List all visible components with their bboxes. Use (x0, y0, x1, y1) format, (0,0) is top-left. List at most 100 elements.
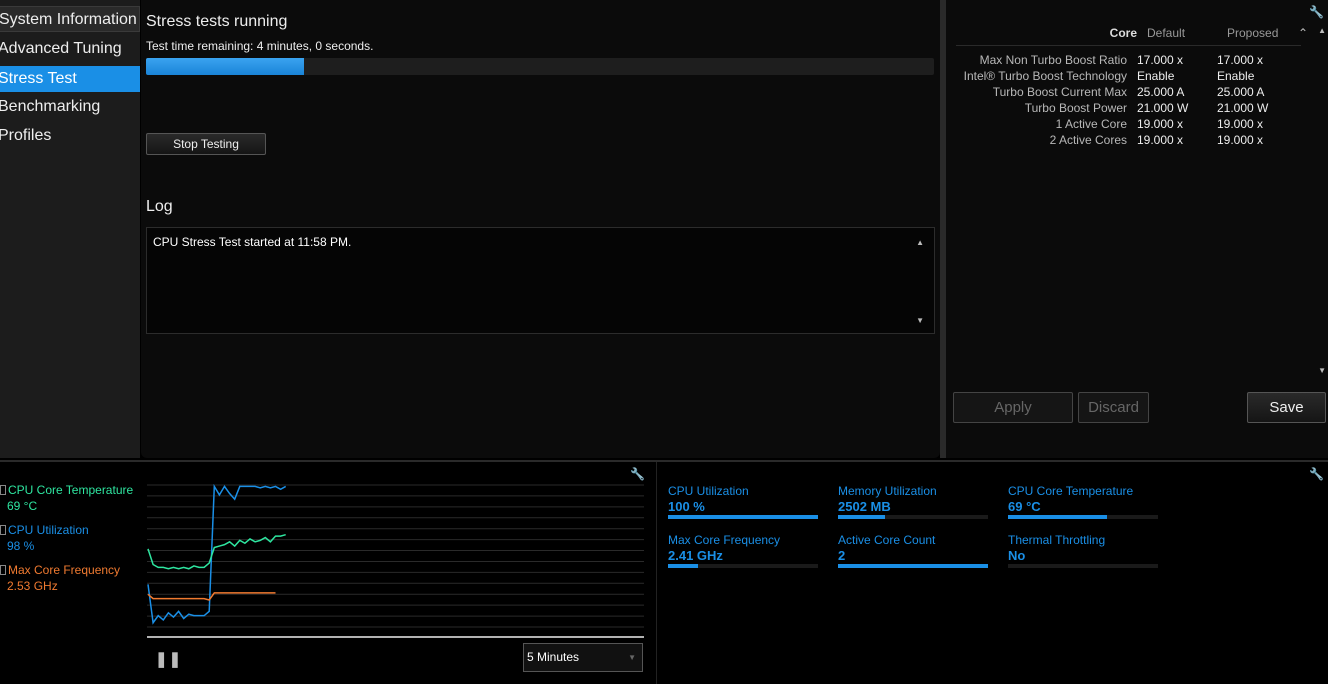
page-title: Stress tests running (146, 13, 288, 30)
sidebar-item-system-information[interactable]: System Information (0, 6, 140, 32)
scroll-down-icon[interactable]: ▼ (1318, 366, 1326, 375)
discard-button[interactable]: Discard (1078, 392, 1149, 423)
metric-value: 2 (838, 548, 846, 563)
metric-bar (668, 564, 818, 568)
metric-title: Memory Utilization (838, 484, 937, 498)
metric-title: CPU Utilization (668, 484, 749, 498)
scroll-up-icon[interactable]: ▲ (916, 238, 924, 247)
setting-label: 2 Active Cores (1049, 133, 1127, 147)
checkbox[interactable] (0, 485, 6, 495)
metric-tile: Thermal Throttling No (1008, 533, 1158, 568)
setting-label: Intel® Turbo Boost Technology (963, 69, 1127, 83)
table-row[interactable]: 1 Active Core 19.000 x 19.000 x (946, 116, 1268, 132)
table-row[interactable]: Max Non Turbo Boost Ratio 17.000 x 17.000 … (946, 52, 1268, 68)
progress-fill (146, 58, 304, 75)
metric-bar-fill (668, 564, 698, 568)
tuning-panel: 🔧 Core Default Proposed ⌃ Max Non Turbo … (946, 0, 1328, 458)
tuning-table: Max Non Turbo Boost Ratio 17.000 x 17.000 … (946, 52, 1269, 148)
table-row[interactable]: Intel® Turbo Boost Technology Enable Enabl… (946, 68, 1268, 84)
stop-testing-button[interactable]: Stop Testing (146, 133, 266, 155)
metric-tile: CPU Core Temperature 69 °C (1008, 484, 1158, 519)
setting-label: Max Non Turbo Boost Ratio (979, 53, 1127, 67)
legend-value: 98 % (7, 539, 35, 553)
time-range-select[interactable]: 5 Minutes ▼ (523, 643, 643, 672)
monitor-divider (656, 462, 657, 684)
log-box[interactable]: CPU Stress Test started at 11:58 PM. ▲ ▼ (146, 227, 935, 334)
setting-label: Turbo Boost Power (1024, 101, 1127, 115)
metric-value: No (1008, 548, 1026, 563)
wrench-icon[interactable]: 🔧 (1309, 5, 1324, 19)
monitor-panel: CPU Core Temperature 69 °C CPU Utilizatio… (0, 460, 1328, 684)
metric-tile: Active Core Count 2 (838, 533, 988, 568)
proposed-value: 17.000 x (1217, 53, 1264, 67)
legend-value: 2.53 GHz (7, 579, 58, 593)
default-value: Enable (1137, 69, 1175, 83)
metric-value: 69 °C (1008, 499, 1041, 514)
save-button[interactable]: Save (1247, 392, 1326, 423)
setting-label: Turbo Boost Current Max (992, 85, 1127, 99)
default-value: 25.000 A (1137, 85, 1185, 99)
monitor-chart (147, 483, 644, 638)
time-range-value: 5 Minutes (527, 650, 580, 664)
metric-bar-fill (668, 515, 818, 519)
sidebar-item-benchmarking[interactable]: Benchmarking (0, 94, 140, 120)
wrench-icon[interactable]: 🔧 (630, 467, 645, 481)
metric-bar (838, 564, 988, 568)
metric-bar (1008, 515, 1158, 519)
pause-icon[interactable]: ❚❚ (155, 650, 182, 668)
metric-title: Active Core Count (838, 533, 936, 547)
default-value: 17.000 x (1137, 53, 1184, 67)
proposed-value: 25.000 A (1217, 85, 1265, 99)
metric-tile: Max Core Frequency 2.41 GHz (668, 533, 818, 568)
metric-bar (838, 515, 988, 519)
default-value: 19.000 x (1137, 117, 1184, 131)
scroll-down-icon[interactable]: ▼ (916, 316, 924, 325)
wrench-icon[interactable]: 🔧 (1309, 467, 1324, 481)
default-value: 21.000 W (1137, 101, 1189, 115)
metric-bar (668, 515, 818, 519)
checkbox[interactable] (0, 565, 6, 575)
header-proposed: Proposed (1227, 26, 1279, 40)
collapse-icon[interactable]: ⌃ (1298, 26, 1308, 40)
chevron-down-icon: ▼ (628, 653, 636, 662)
default-value: 19.000 x (1137, 133, 1184, 147)
stress-test-panel: Stress tests running Test time remaining… (141, 0, 940, 458)
header-core: Core (1109, 26, 1137, 40)
metric-tile: CPU Utilization 100 % (668, 484, 818, 519)
metric-value: 2502 MB (838, 499, 891, 514)
header-divider (956, 45, 1301, 46)
header-default: Default (1147, 26, 1186, 40)
legend-temperature[interactable]: CPU Core Temperature 69 °C (0, 482, 133, 514)
proposed-value: 21.000 W (1217, 101, 1269, 115)
legend-label: Max Core Frequency (8, 563, 121, 577)
metric-tile: Memory Utilization 2502 MB (838, 484, 988, 519)
table-row[interactable]: Turbo Boost Power 21.000 W 21.000 W (946, 100, 1269, 116)
proposed-value: 19.000 x (1217, 133, 1264, 147)
metric-bar-fill (838, 515, 885, 519)
legend-value: 69 °C (7, 499, 38, 513)
legend-utilization[interactable]: CPU Utilization 98 % (0, 522, 89, 554)
sidebar-item-advanced-tuning[interactable]: Advanced Tuning (0, 36, 140, 62)
legend-frequency[interactable]: Max Core Frequency 2.53 GHz (0, 562, 120, 594)
metric-title: CPU Core Temperature (1008, 484, 1134, 498)
metric-value: 100 % (668, 499, 705, 514)
legend-label: CPU Utilization (8, 523, 89, 537)
legend-label: CPU Core Temperature (8, 483, 134, 497)
proposed-value: 19.000 x (1217, 117, 1264, 131)
time-remaining: Test time remaining: 4 minutes, 0 second… (146, 39, 374, 53)
metric-value: 2.41 GHz (668, 548, 723, 563)
metric-title: Thermal Throttling (1008, 533, 1106, 547)
setting-label: 1 Active Core (1055, 117, 1127, 131)
sidebar-item-profiles[interactable]: Profiles (0, 123, 140, 149)
sidebar: System Information Advanced Tuning Stres… (0, 0, 140, 458)
metric-bar-fill (838, 564, 988, 568)
table-row[interactable]: Turbo Boost Current Max 25.000 A 25.000 A (946, 84, 1268, 100)
metric-bar-fill (1008, 515, 1107, 519)
stress-progress-bar (146, 58, 934, 75)
scroll-up-icon[interactable]: ▲ (1318, 26, 1326, 35)
sidebar-item-stress-test[interactable]: Stress Test (0, 66, 140, 92)
checkbox[interactable] (0, 525, 6, 535)
apply-button[interactable]: Apply (953, 392, 1073, 423)
log-entry: CPU Stress Test started at 11:58 PM. (153, 235, 352, 249)
table-row[interactable]: 2 Active Cores 19.000 x 19.000 x (946, 132, 1268, 148)
